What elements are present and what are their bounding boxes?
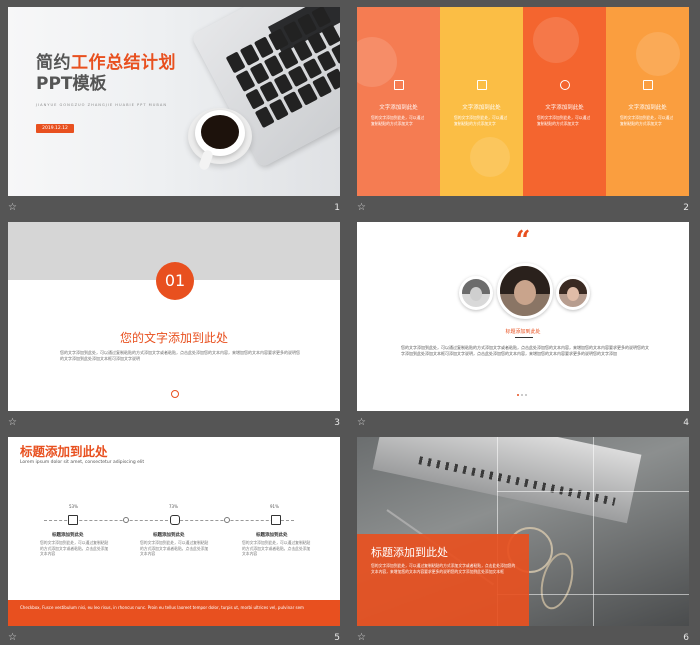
calendar-icon [642, 80, 653, 90]
slide-number: 5 [334, 633, 340, 643]
star-icon[interactable]: ☆ [8, 203, 17, 213]
column-text: 您的文字添加到此处，可以通过复制粘贴的方式添加文字 [537, 115, 591, 126]
avatar [459, 276, 493, 310]
column-title: 文字添加到此处 [462, 105, 501, 111]
slide-title: 简约工作总结计划 [36, 53, 176, 73]
column-1: 文字添加到此处 您的文字添加到此处，可以通过复制粘贴的方式添加文字 [357, 7, 440, 196]
step-percent: 73% [169, 504, 178, 509]
slide-canvas: 01 您的文字添加到此处 您的文字添加到此处，可以通过复制粘贴的方式添加文字或者… [8, 222, 340, 411]
divider [515, 337, 533, 338]
pagination-dots [517, 394, 531, 398]
star-icon[interactable]: ☆ [357, 203, 366, 213]
text-panel: 标题添加到此处 您的文字添加到此处，可以通过复制粘贴的方式添加文字或者粘贴，点击… [357, 534, 529, 626]
slide-footer: ☆ 1 [8, 203, 340, 215]
star-icon[interactable]: ☆ [8, 418, 17, 428]
footer-bar: Checkbox, Fusce vestibulum nisi, eu leo … [8, 600, 340, 626]
panel-body: 您的文字添加到此处，可以通过复制粘贴的方式添加文字或者粘贴，点击此处添加您的文本… [371, 563, 516, 574]
slide-footer: ☆ 4 [357, 418, 689, 430]
document-icon [476, 80, 487, 90]
star-icon[interactable]: ☆ [357, 418, 366, 428]
step-text: 您的文字添加到此处，可以通过复制粘贴的方式添加文字或者粘贴，点击此处添加文本内容 [242, 540, 311, 556]
slide-footer: ☆ 5 [8, 633, 340, 645]
date-badge: 2019.12.12 [36, 124, 74, 133]
panel-heading: 标题添加到此处 [371, 546, 448, 559]
slide-footer: ☆ 3 [8, 418, 340, 430]
save-icon [68, 515, 78, 525]
quote-mark-icon: “ [515, 226, 531, 256]
slide-canvas: “ 标题添加到此处 您的文字添加到此处，可以通过复制粘贴的方式添加文字或者粘贴，… [357, 222, 689, 411]
step-text: 您的文字添加到此处，可以通过复制粘贴的方式添加文字或者粘贴，点击此处添加文本内容 [40, 540, 109, 556]
slide-number: 2 [683, 203, 689, 213]
slide-number: 4 [683, 418, 689, 428]
timeline-line [44, 520, 294, 521]
slide-number: 1 [334, 203, 340, 213]
slide-footer: ☆ 2 [357, 203, 689, 215]
grid-line [593, 437, 594, 626]
column-text: 您的文字添加到此处，可以通过复制粘贴的方式添加文字 [454, 115, 508, 126]
slide-footer: ☆ 6 [357, 633, 689, 645]
slide-number: 3 [334, 418, 340, 428]
slide-canvas: 简约工作总结计划 PPT模板 JIANYUE GONGZUO ZHANGJIE … [8, 7, 340, 196]
slide-canvas: 标题添加到此处 Lorem ipsum dolor sit amet, cons… [8, 437, 340, 626]
step-percent: 53% [69, 504, 78, 509]
slide-canvas: 标题添加到此处 您的文字添加到此处，可以通过复制粘贴的方式添加文字或者粘贴，点击… [357, 437, 689, 626]
step-percent: 91% [270, 504, 279, 509]
slide-number: 6 [683, 633, 689, 643]
grid-line [497, 491, 689, 492]
circle-icon [171, 390, 179, 398]
coffee-image [201, 115, 239, 149]
avatar [497, 263, 553, 319]
column-title: 文字添加到此处 [628, 105, 667, 111]
column-2: 文字添加到此处 您的文字添加到此处，可以通过复制粘贴的方式添加文字 [440, 7, 523, 196]
star-icon[interactable]: ☆ [8, 633, 17, 643]
slide-canvas: 文字添加到此处 您的文字添加到此处，可以通过复制粘贴的方式添加文字 文字添加到此… [357, 7, 689, 196]
star-icon[interactable]: ☆ [357, 633, 366, 643]
section-number: 01 [156, 262, 194, 300]
step-title: 标题添加到此处 [52, 533, 84, 538]
image-icon [393, 80, 404, 90]
slide-title-line2: PPT模板 [36, 74, 107, 94]
person-name: 标题添加到此处 [505, 329, 541, 335]
slide-subtitle: JIANYUE GONGZUO ZHANGJIE HUABIE PPT MUBA… [36, 103, 168, 107]
column-4: 文字添加到此处 您的文字添加到此处，可以通过复制粘贴的方式添加文字 [606, 7, 689, 196]
step-title: 标题添加到此处 [153, 533, 185, 538]
slide-subheading: Lorem ipsum dolor sit amet, consectetur … [20, 460, 145, 465]
camera-icon [170, 515, 180, 525]
section-body: 您的文字添加到此处，可以通过复制粘贴的方式添加文字或者粘贴，点击此处添加您的文本… [60, 350, 300, 361]
timeline-node [123, 517, 129, 523]
column-title: 文字添加到此处 [545, 105, 584, 111]
footer-text: Checkbox, Fusce vestibulum nisi, eu leo … [20, 605, 304, 610]
avatar [556, 276, 590, 310]
quote-body: 您的文字添加到此处，可以通过复制粘贴的方式添加文字或者粘贴，点击此处添加您的文本… [401, 345, 649, 356]
timeline-node [224, 517, 230, 523]
step-text: 您的文字添加到此处，可以通过复制粘贴的方式添加文字或者粘贴，点击此处添加文本内容 [140, 540, 209, 556]
layers-icon [559, 80, 570, 90]
column-3: 文字添加到此处 您的文字添加到此处，可以通过复制粘贴的方式添加文字 [523, 7, 606, 196]
save-icon [271, 515, 281, 525]
column-text: 您的文字添加到此处，可以通过复制粘贴的方式添加文字 [620, 115, 674, 126]
slide-heading: 标题添加到此处 [20, 444, 108, 459]
column-title: 文字添加到此处 [379, 105, 418, 111]
column-text: 您的文字添加到此处，可以通过复制粘贴的方式添加文字 [371, 115, 425, 126]
section-heading: 您的文字添加到此处 [119, 331, 228, 345]
step-title: 标题添加到此处 [256, 533, 288, 538]
